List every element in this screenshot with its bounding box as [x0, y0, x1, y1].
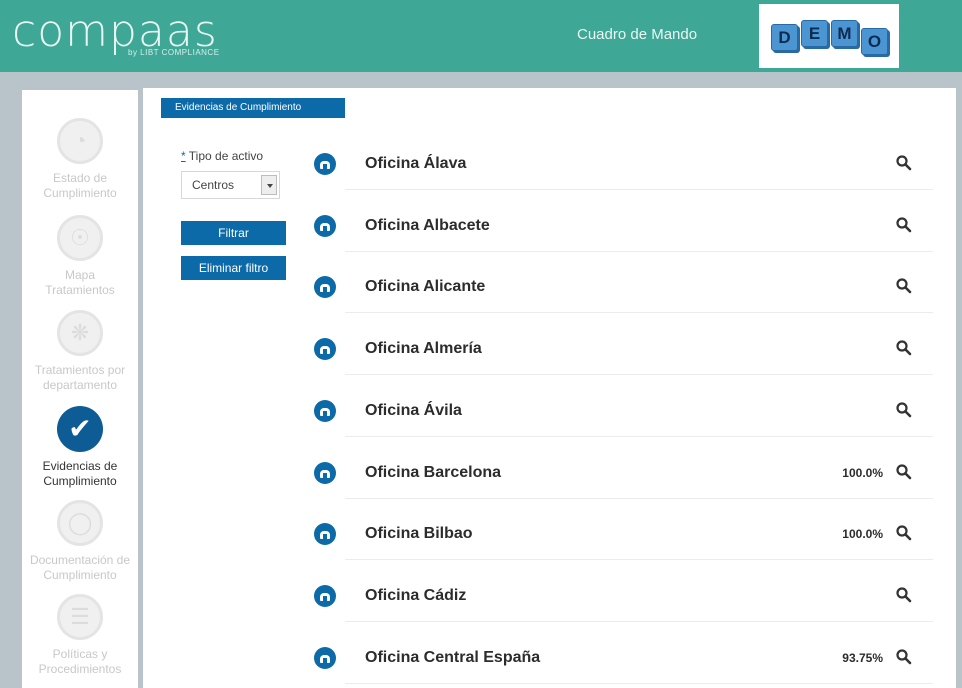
demo-letter: D — [771, 24, 798, 51]
sidebar-item-label: Evidencias de Cumplimiento — [42, 459, 118, 488]
check-icon: ✔ — [57, 406, 103, 452]
sidebar-item-documentacion-cumplimiento[interactable]: ◯ Documentación de Cumplimiento — [22, 500, 138, 583]
list-item[interactable]: Oficina Cádiz — [305, 572, 933, 634]
sidebar-item-evidencias-cumplimiento[interactable]: ✔ Evidencias de Cumplimiento — [22, 406, 138, 489]
sidebar-item-mapa-tratamientos[interactable]: ☉ Mapa Tratamientos — [22, 215, 138, 298]
asset-type-select[interactable]: Centros — [181, 171, 280, 199]
list-item[interactable]: Oficina Almería — [305, 325, 933, 387]
sidebar-item-label: Mapa Tratamientos — [45, 268, 115, 297]
demo-letter: M — [831, 20, 858, 47]
office-name: Oficina Ávila — [365, 402, 462, 419]
search-icon[interactable] — [895, 216, 913, 234]
home-cloud-icon — [314, 400, 336, 422]
search-icon[interactable] — [895, 463, 913, 481]
row-divider — [345, 621, 933, 622]
home-cloud-icon — [314, 462, 336, 484]
row-divider — [345, 683, 933, 684]
search-icon[interactable] — [895, 648, 913, 666]
compliance-percentage: 100.0% — [842, 466, 883, 480]
list-item[interactable]: Oficina Albacete — [305, 202, 933, 264]
home-cloud-icon — [314, 585, 336, 607]
search-icon[interactable] — [895, 401, 913, 419]
list-item[interactable]: Oficina Bilbao 100.0% — [305, 510, 933, 572]
compliance-percentage: 100.0% — [842, 527, 883, 541]
org-icon: ❋ — [57, 310, 103, 356]
row-divider — [345, 251, 933, 252]
list-item[interactable]: Oficina Álava — [305, 140, 933, 202]
search-icon[interactable] — [895, 586, 913, 604]
home-cloud-icon — [314, 215, 336, 237]
row-divider — [345, 189, 933, 190]
home-cloud-icon — [314, 523, 336, 545]
sidebar-item-tratamientos-departamento[interactable]: ❋ Tratamientos por departamento — [22, 310, 138, 393]
sidebar-item-label: Estado de Cumplimiento — [43, 171, 117, 200]
app-header: compaas by LIBT COMPLIANCE Cuadro de Man… — [0, 0, 962, 72]
office-name: Oficina Alicante — [365, 278, 486, 295]
sidebar-item-estado-cumplimiento[interactable]: ◔ Estado de Cumplimiento — [22, 118, 138, 201]
office-name: Oficina Bilbao — [365, 525, 473, 542]
demo-letter: O — [861, 28, 888, 55]
logo-subtitle: by LIBT COMPLIANCE — [128, 48, 220, 57]
clear-filter-button[interactable]: Eliminar filtro — [181, 256, 286, 280]
chevron-down-icon[interactable] — [261, 175, 277, 195]
home-cloud-icon — [314, 276, 336, 298]
home-cloud-icon — [314, 338, 336, 360]
search-icon[interactable] — [895, 154, 913, 172]
row-divider — [345, 374, 933, 375]
office-name: Oficina Central España — [365, 649, 541, 666]
list-item[interactable]: Oficina Alicante — [305, 263, 933, 325]
document-icon: ☰ — [57, 594, 103, 640]
office-name: Oficina Álava — [365, 155, 467, 172]
filter-label: * Tipo de activo — [181, 149, 263, 163]
gauge-icon: ◔ — [57, 118, 103, 164]
row-divider — [345, 436, 933, 437]
list-item[interactable]: Oficina Ávila — [305, 387, 933, 449]
sidebar-item-label: Documentación de Cumplimiento — [29, 553, 131, 582]
sidebar-item-politicas-procedimientos[interactable]: ☰ Políticas y Procedimientos — [22, 594, 138, 677]
search-icon[interactable] — [895, 277, 913, 295]
row-divider — [345, 312, 933, 313]
row-divider — [345, 559, 933, 560]
globe-icon: ☉ — [57, 215, 103, 261]
section-title: Evidencias de Cumplimiento — [161, 98, 345, 118]
required-mark: * — [181, 149, 186, 163]
row-divider — [345, 498, 933, 499]
lock-icon: ◯ — [57, 500, 103, 546]
office-name: Oficina Albacete — [365, 217, 490, 234]
sidebar-item-label: Políticas y Procedimientos — [38, 647, 122, 676]
filter-button[interactable]: Filtrar — [181, 221, 286, 245]
office-name: Oficina Barcelona — [365, 464, 502, 481]
compliance-percentage: 93.75% — [842, 651, 883, 665]
list-item[interactable]: Oficina Central España 93.75% — [305, 634, 933, 688]
office-name: Oficina Almería — [365, 340, 482, 357]
sidebar-item-label: Tratamientos por departamento — [34, 363, 126, 392]
list-item[interactable]: Oficina Barcelona 100.0% — [305, 449, 933, 511]
search-icon[interactable] — [895, 339, 913, 357]
home-cloud-icon — [314, 647, 336, 669]
select-value: Centros — [192, 178, 235, 192]
filter-label-text: Tipo de activo — [188, 149, 264, 163]
home-cloud-icon — [314, 153, 336, 175]
nav-cuadro-de-mando[interactable]: Cuadro de Mando — [577, 26, 697, 43]
demo-letter: E — [801, 20, 828, 47]
office-name: Oficina Cádiz — [365, 587, 467, 604]
demo-badge: D E M O — [759, 4, 899, 68]
search-icon[interactable] — [895, 524, 913, 542]
